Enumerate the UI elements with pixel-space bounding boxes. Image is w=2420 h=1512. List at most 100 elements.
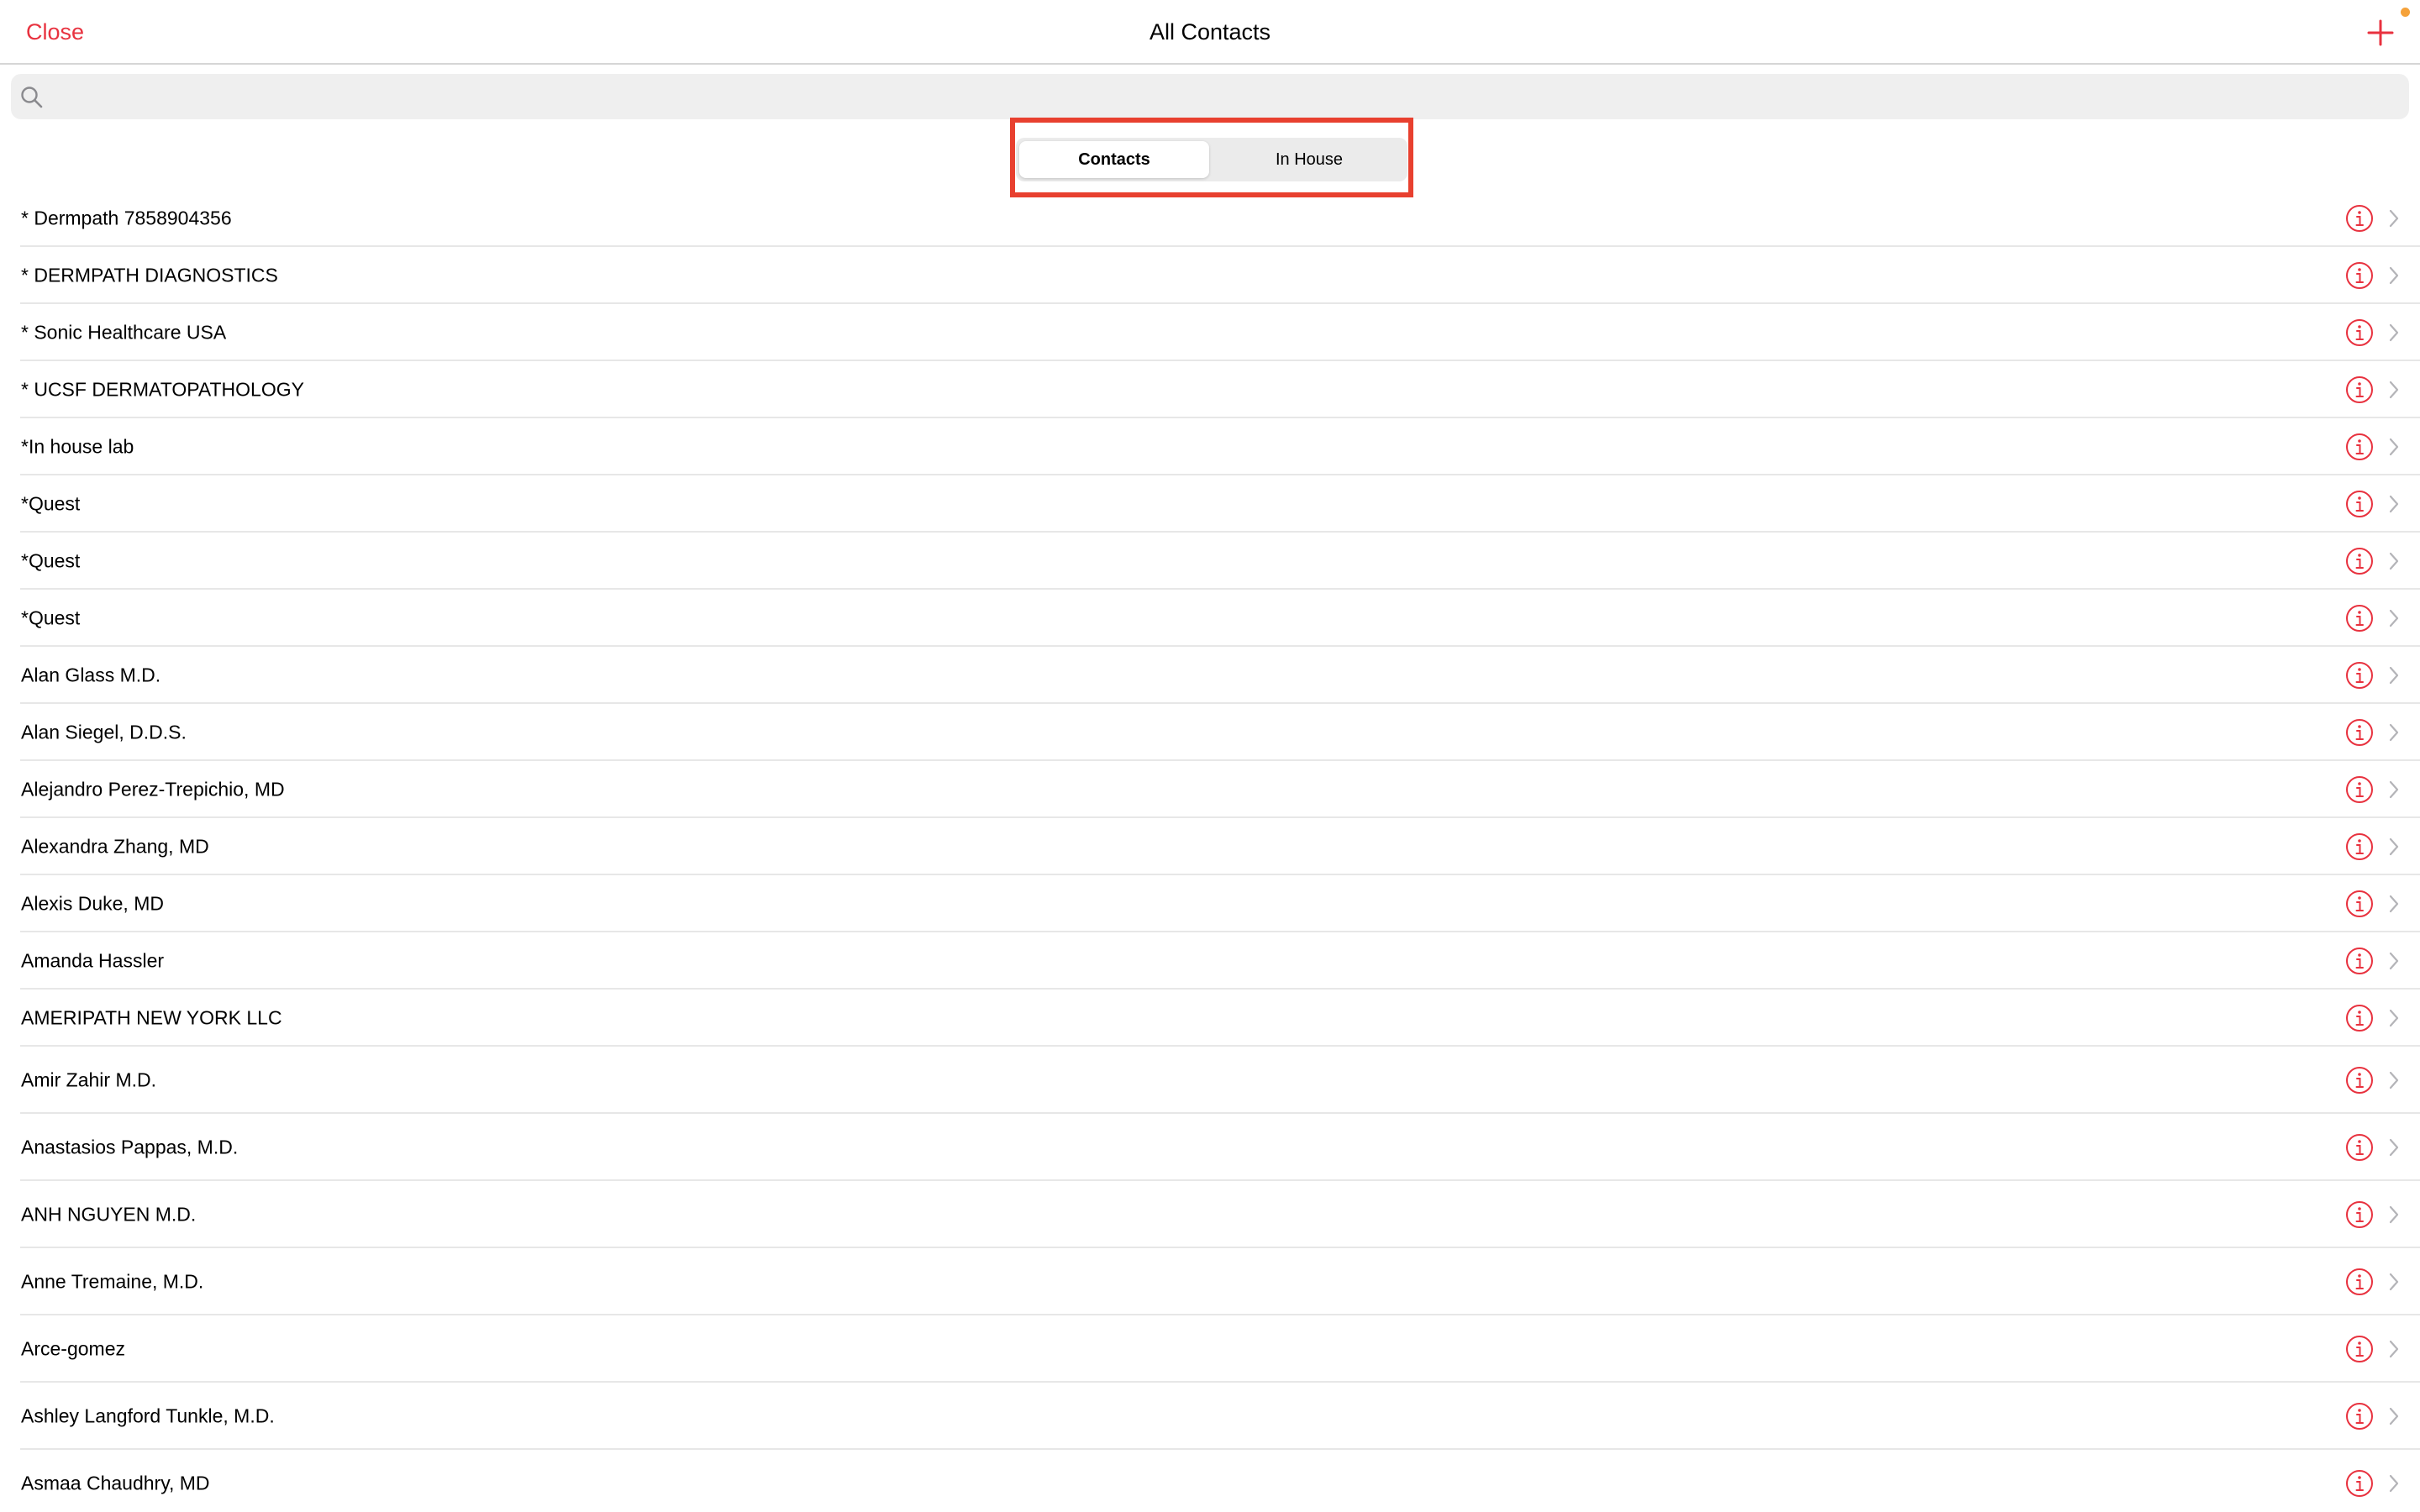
list-item[interactable]: Arce-gomez — [0, 1315, 2420, 1383]
info-icon[interactable] — [2345, 1133, 2374, 1162]
chevron-right-icon — [2389, 895, 2399, 913]
chevron-right-icon — [2389, 1474, 2399, 1493]
list-item[interactable]: Alexandra Zhang, MD — [0, 818, 2420, 875]
list-item[interactable]: Anne Tremaine, M.D. — [0, 1248, 2420, 1315]
info-icon[interactable] — [2345, 375, 2374, 404]
chevron-right-icon — [2389, 1138, 2399, 1157]
contact-name: * UCSF DERMATOPATHOLOGY — [21, 378, 304, 401]
contact-name: Amir Zahir M.D. — [21, 1068, 156, 1091]
info-icon[interactable] — [2345, 1200, 2374, 1229]
list-item[interactable]: Alejandro Perez-Trepichio, MD — [0, 761, 2420, 818]
plus-icon — [2367, 19, 2394, 46]
info-icon[interactable] — [2345, 318, 2374, 347]
info-icon[interactable] — [2345, 1402, 2374, 1431]
chevron-right-icon — [2389, 609, 2399, 627]
info-icon[interactable] — [2345, 1469, 2374, 1498]
search-icon — [21, 87, 43, 108]
contact-list: * Dermpath 7858904356 * DERMPATH DIAGNOST… — [0, 190, 2420, 1512]
notification-dot — [2401, 8, 2410, 17]
nav-bar: Close All Contacts — [0, 0, 2420, 65]
info-icon[interactable] — [2345, 832, 2374, 861]
list-item[interactable]: Anastasios Pappas, M.D. — [0, 1114, 2420, 1181]
info-icon[interactable] — [2345, 1066, 2374, 1095]
search-bar — [11, 74, 2409, 121]
chevron-right-icon — [2389, 552, 2399, 570]
contact-name: Anne Tremaine, M.D. — [21, 1270, 204, 1293]
contact-name: ANH NGUYEN M.D. — [21, 1203, 197, 1226]
list-item[interactable]: AMERIPATH NEW YORK LLC — [0, 990, 2420, 1047]
info-icon[interactable] — [2345, 261, 2374, 290]
chevron-right-icon — [2389, 495, 2399, 513]
contact-name: *In house lab — [21, 435, 134, 458]
info-icon[interactable] — [2345, 775, 2374, 804]
list-item[interactable]: *Quest — [0, 475, 2420, 533]
page-title: All Contacts — [1149, 19, 1271, 45]
info-icon[interactable] — [2345, 1268, 2374, 1296]
info-icon[interactable] — [2345, 661, 2374, 690]
chevron-right-icon — [2389, 209, 2399, 228]
contact-name: Anastasios Pappas, M.D. — [21, 1136, 239, 1158]
contact-name: Ashley Langford Tunkle, M.D. — [21, 1404, 275, 1427]
info-icon[interactable] — [2345, 604, 2374, 633]
chevron-right-icon — [2389, 266, 2399, 285]
list-item[interactable]: *In house lab — [0, 418, 2420, 475]
contact-name: Alexis Duke, MD — [21, 892, 164, 915]
info-icon[interactable] — [2345, 1335, 2374, 1363]
list-item[interactable]: * UCSF DERMATOPATHOLOGY — [0, 361, 2420, 418]
list-item[interactable]: * DERMPATH DIAGNOSTICS — [0, 247, 2420, 304]
info-icon[interactable] — [2345, 490, 2374, 518]
list-item[interactable]: *Quest — [0, 533, 2420, 590]
chevron-right-icon — [2389, 1340, 2399, 1358]
contact-name: Arce-gomez — [21, 1337, 125, 1360]
chevron-right-icon — [2389, 837, 2399, 856]
list-item[interactable]: * Sonic Healthcare USA — [0, 304, 2420, 361]
list-item[interactable]: Alan Siegel, D.D.S. — [0, 704, 2420, 761]
contacts-screen: Close All Contacts Contacts In House * D… — [0, 0, 2420, 1512]
list-item[interactable]: ANH NGUYEN M.D. — [0, 1181, 2420, 1248]
info-icon[interactable] — [2345, 890, 2374, 918]
segment-contacts[interactable]: Contacts — [1019, 141, 1209, 178]
chevron-right-icon — [2389, 1071, 2399, 1089]
contact-name: Alexandra Zhang, MD — [21, 835, 209, 858]
info-icon[interactable] — [2345, 947, 2374, 975]
chevron-right-icon — [2389, 666, 2399, 685]
contact-name: Alan Glass M.D. — [21, 664, 161, 686]
contact-name: Asmaa Chaudhry, MD — [21, 1472, 210, 1494]
add-contact-button[interactable] — [2365, 18, 2396, 48]
contact-name: AMERIPATH NEW YORK LLC — [21, 1006, 282, 1029]
contact-name: *Quest — [21, 549, 81, 572]
contact-name: *Quest — [21, 492, 81, 515]
chevron-right-icon — [2389, 1407, 2399, 1425]
chevron-right-icon — [2389, 723, 2399, 742]
contact-name: Amanda Hassler — [21, 949, 165, 972]
contact-name: * DERMPATH DIAGNOSTICS — [21, 264, 278, 286]
list-item[interactable]: * Dermpath 7858904356 — [0, 190, 2420, 247]
contact-name: * Sonic Healthcare USA — [21, 321, 227, 344]
list-item[interactable]: Alexis Duke, MD — [0, 875, 2420, 932]
list-item[interactable]: Amir Zahir M.D. — [0, 1047, 2420, 1114]
info-icon[interactable] — [2345, 204, 2374, 233]
contact-name: Alan Siegel, D.D.S. — [21, 721, 187, 743]
chevron-right-icon — [2389, 1009, 2399, 1027]
chevron-right-icon — [2389, 952, 2399, 970]
info-icon[interactable] — [2345, 433, 2374, 461]
info-icon[interactable] — [2345, 718, 2374, 747]
info-icon[interactable] — [2345, 547, 2374, 575]
list-item[interactable]: Amanda Hassler — [0, 932, 2420, 990]
search-input[interactable] — [55, 74, 2394, 121]
chevron-right-icon — [2389, 323, 2399, 342]
contact-name: *Quest — [21, 606, 81, 629]
list-item[interactable]: *Quest — [0, 590, 2420, 647]
chevron-right-icon — [2389, 780, 2399, 799]
segment-in-house[interactable]: In House — [1214, 141, 1404, 178]
info-icon[interactable] — [2345, 1004, 2374, 1032]
chevron-right-icon — [2389, 438, 2399, 456]
list-item[interactable]: Asmaa Chaudhry, MD — [0, 1450, 2420, 1512]
chevron-right-icon — [2389, 381, 2399, 399]
segmented-control: Contacts In House — [1016, 138, 1407, 181]
contact-name: * Dermpath 7858904356 — [21, 207, 232, 229]
chevron-right-icon — [2389, 1273, 2399, 1291]
list-item[interactable]: Ashley Langford Tunkle, M.D. — [0, 1383, 2420, 1450]
list-item[interactable]: Alan Glass M.D. — [0, 647, 2420, 704]
contact-name: Alejandro Perez-Trepichio, MD — [21, 778, 285, 801]
